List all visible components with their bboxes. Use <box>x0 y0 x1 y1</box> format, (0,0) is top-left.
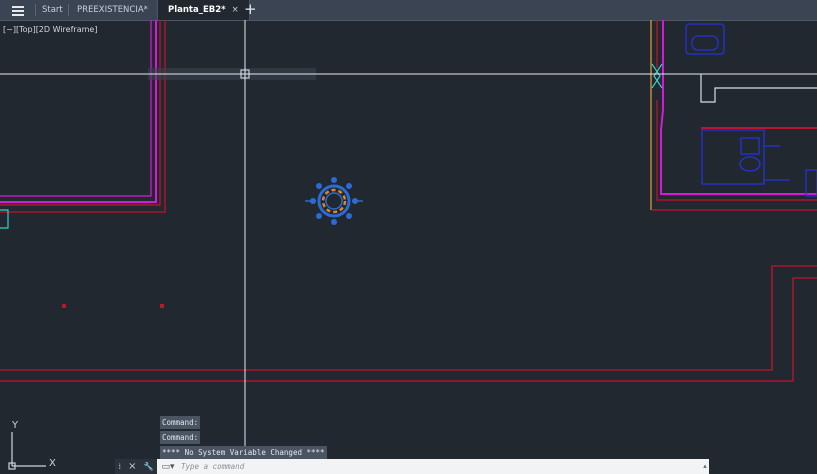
file-tab-bar: Start PREEXISTENCIA* Planta_EB2* × + <box>0 0 817 21</box>
blue-fixtures <box>685 23 817 197</box>
tab-planta-eb2[interactable]: Planta_EB2* × <box>157 0 250 20</box>
command-input[interactable] <box>179 460 701 473</box>
ucs-icon <box>8 432 46 470</box>
drawing-canvas[interactable]: Y X <box>0 20 817 474</box>
tab-separator <box>35 4 36 16</box>
command-history-line: Command: <box>160 416 201 429</box>
tab-label: Planta_EB2* <box>168 5 226 15</box>
menu-icon <box>12 5 24 16</box>
right-room-walls <box>650 20 817 211</box>
command-prompt-icon[interactable]: ▭▾ <box>157 459 179 474</box>
ucs-x-label: X <box>49 458 56 469</box>
viewport-controls[interactable]: [−][Top][2D Wireframe] <box>3 25 97 34</box>
left-room-walls <box>0 20 166 229</box>
wrench-icon[interactable]: 🔧 <box>144 462 154 471</box>
command-scroll-icon[interactable]: ▴ <box>701 459 709 474</box>
crosshair-cursor <box>0 20 817 474</box>
tab-preexistencia[interactable]: PREEXISTENCIA* <box>77 0 148 20</box>
command-line-grip[interactable]: ⁞ <box>119 462 122 471</box>
close-icon[interactable]: × <box>232 0 239 20</box>
tab-start[interactable]: Start <box>42 0 63 20</box>
command-line-tools: ⁞ × 🔧 <box>115 459 157 474</box>
command-history: Command: Command: **** No System Variabl… <box>160 416 360 461</box>
tab-separator <box>68 4 69 16</box>
red-markers <box>62 304 164 308</box>
selected-block[interactable] <box>305 177 363 225</box>
new-tab-button[interactable]: + <box>244 0 257 20</box>
command-history-line: **** No System Variable Changed **** <box>160 446 327 459</box>
command-input-wrap: ▭▾ ▴ <box>157 459 709 474</box>
ucs-y-label: Y <box>11 420 19 431</box>
close-icon[interactable]: × <box>128 461 136 472</box>
corridor-walls <box>0 265 817 382</box>
command-history-line: Command: <box>160 431 201 444</box>
command-line: ⁞ × 🔧 ▭▾ ▴ <box>115 459 709 474</box>
application-menu-button[interactable] <box>5 0 31 20</box>
